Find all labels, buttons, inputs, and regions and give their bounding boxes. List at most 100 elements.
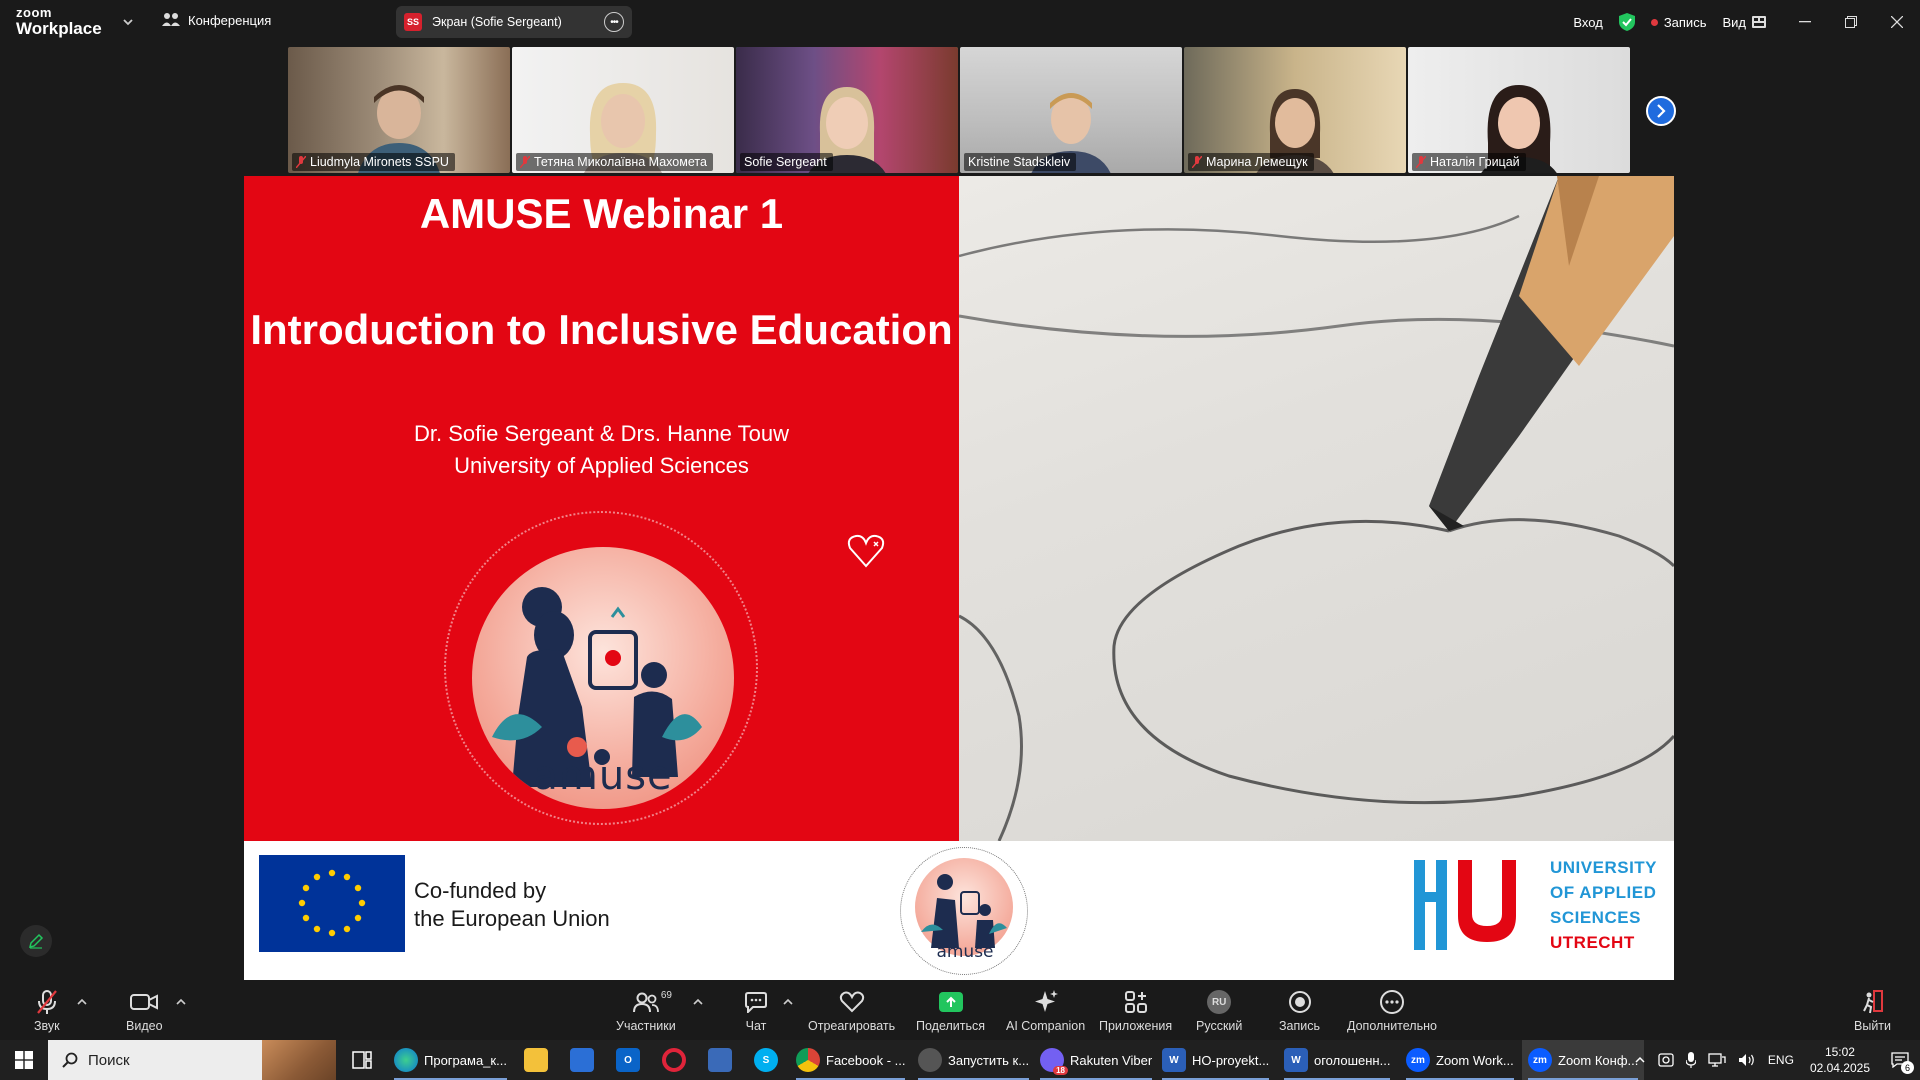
participants-button[interactable]: 69 Участники (616, 987, 676, 1033)
apps-icon (1124, 991, 1147, 1013)
mic-muted-icon (296, 156, 306, 168)
eu-stars-icon (298, 869, 366, 937)
restore-icon (1845, 16, 1857, 28)
chevron-up-icon[interactable] (782, 996, 794, 1008)
chevron-right-icon (1657, 104, 1666, 118)
participant-tile[interactable]: Liudmyla Mironets SSPU (288, 47, 510, 173)
next-page-button[interactable] (1646, 96, 1676, 126)
pencil-drawing-icon (959, 176, 1674, 841)
chevron-up-icon[interactable] (1634, 1054, 1646, 1066)
taskbar-app-chrome[interactable]: Facebook - ... (790, 1040, 911, 1080)
zoom-logo[interactable]: zoom Workplace (16, 6, 102, 37)
security-shield[interactable] (1618, 13, 1635, 31)
participant-tile[interactable]: Наталія Грицай (1408, 47, 1630, 173)
chevron-up-icon[interactable] (175, 996, 187, 1008)
task-view-button[interactable] (346, 1040, 378, 1080)
taskbar-app-skype[interactable]: S (748, 1040, 784, 1080)
clock[interactable]: 15:02 02.04.2025 (1810, 1044, 1870, 1076)
chevron-up-icon[interactable] (692, 996, 704, 1008)
notifications-button[interactable]: 6 (1880, 1040, 1920, 1080)
ai-companion-button[interactable]: AI Companion (1006, 987, 1085, 1033)
participant-tile[interactable]: Тетяна Миколаївна Махомета (512, 47, 734, 173)
eu-cofunded-text: Co-funded by the European Union (414, 878, 610, 931)
audio-button[interactable]: Звук (34, 987, 60, 1033)
start-button[interactable] (0, 1040, 48, 1080)
record-button[interactable]: Запись (1279, 987, 1320, 1033)
apps-button[interactable]: Приложения (1099, 987, 1172, 1033)
chevron-up-icon[interactable] (76, 996, 88, 1008)
taskbar-app-outlook[interactable]: O (610, 1040, 646, 1080)
mic-muted-icon (1416, 156, 1426, 168)
keyboard-language[interactable]: ENG (1768, 1053, 1794, 1067)
video-button[interactable]: Видео (126, 987, 163, 1033)
taskbar-app-calculator[interactable] (702, 1040, 738, 1080)
search-icon (62, 1052, 78, 1068)
share-button[interactable]: Поделиться (916, 987, 985, 1033)
slide-authors: Dr. Sofie Sergeant & Drs. Hanne Touw Uni… (413, 421, 789, 478)
view-menu[interactable]: Вид (1722, 15, 1766, 30)
close-icon (1891, 16, 1903, 28)
chevron-down-icon[interactable] (118, 12, 138, 32)
share-arrow-up-icon (945, 996, 956, 1007)
system-tray: ENG 15:02 02.04.2025 6 (1628, 1040, 1920, 1080)
word-icon: W (1284, 1048, 1308, 1072)
participants-icon (632, 992, 659, 1013)
participant-name-label: Тетяна Миколаївна Махомета (516, 153, 713, 171)
network-icon[interactable] (1708, 1053, 1726, 1067)
heart-doodle-icon (847, 534, 885, 568)
shield-icon (1618, 13, 1635, 31)
camera-tray-icon[interactable] (1658, 1053, 1674, 1067)
store-icon (570, 1048, 594, 1072)
minimize-button[interactable] (1782, 0, 1828, 44)
skype-icon: S (754, 1048, 778, 1072)
language-button[interactable]: RU Русский (1196, 987, 1242, 1033)
participant-tile[interactable]: Марина Лемещук (1184, 47, 1406, 173)
participant-tile-active-speaker[interactable]: Sofie Sergeant (736, 47, 958, 173)
edge-icon (394, 1048, 418, 1072)
slide-footer: Co-funded by the European Union amuse UN… (244, 841, 1674, 980)
screen-share-indicator[interactable]: SS Экран (Sofie Sergeant) ••• (396, 6, 632, 38)
grid-view-icon (1752, 16, 1766, 28)
taskbar-app-edge[interactable]: Програма_к... (388, 1040, 513, 1080)
heart-icon (839, 991, 864, 1013)
microphone-tray-icon[interactable] (1685, 1052, 1696, 1068)
conference-menu[interactable]: Конференция (162, 12, 271, 28)
taskbar-app-zoom-workplace[interactable]: zm Zoom Work... (1400, 1040, 1520, 1080)
taskbar-app-store[interactable] (564, 1040, 600, 1080)
zoom-icon: zm (1528, 1048, 1552, 1072)
participant-tile[interactable]: Kristine Stadskleiv (960, 47, 1182, 173)
taskbar-app-opera[interactable] (656, 1040, 692, 1080)
close-button[interactable] (1874, 0, 1920, 44)
app-icon (918, 1048, 942, 1072)
footer-amuse-logo: amuse (900, 847, 1028, 975)
taskbar-app-launch[interactable]: Запустить к... (912, 1040, 1035, 1080)
chat-icon (745, 992, 767, 1013)
react-button[interactable]: Отреагировать (808, 987, 895, 1033)
taskbar-app-word-2[interactable]: W оголошенн... (1278, 1040, 1396, 1080)
annotate-button[interactable] (20, 925, 52, 957)
taskbar-app-word-1[interactable]: W НО-proyekt... (1156, 1040, 1275, 1080)
participant-name-label: Марина Лемещук (1188, 153, 1314, 171)
search-highlight-image (262, 1040, 336, 1080)
hu-utrecht-text: UNIVERSITY OF APPLIED SCIENCES UTRECHT (1550, 858, 1658, 952)
participant-name-label: Наталія Грицай (1412, 153, 1526, 171)
taskbar-app-viber[interactable]: 18 Rakuten Viber (1034, 1040, 1158, 1080)
volume-icon[interactable] (1738, 1053, 1756, 1067)
language-badge: RU (1207, 990, 1232, 1014)
signin-button[interactable]: Вход (1573, 15, 1602, 30)
mic-muted-icon (520, 156, 530, 168)
taskbar-search-input[interactable]: Поиск (48, 1040, 336, 1080)
restore-button[interactable] (1828, 0, 1874, 44)
more-options-icon[interactable]: ••• (604, 12, 624, 32)
taskbar-app-zoom-meeting[interactable]: zm Zoom Конф... (1522, 1040, 1645, 1080)
taskbar-app-explorer[interactable] (518, 1040, 554, 1080)
slide-title-panel: AMUSE Webinar 1 Introduction to Inclusiv… (244, 176, 959, 841)
chat-button[interactable]: Чат (744, 987, 768, 1033)
chrome-icon (796, 1048, 820, 1072)
record-dot-icon (1650, 18, 1658, 26)
windows-logo-icon (15, 1051, 33, 1069)
recording-indicator[interactable]: Запись (1650, 15, 1706, 30)
more-button[interactable]: Дополнительно (1347, 987, 1437, 1033)
leave-button[interactable]: Выйти (1854, 987, 1891, 1033)
participant-strip: Liudmyla Mironets SSPU Тетяна Миколаївна… (288, 47, 1630, 173)
